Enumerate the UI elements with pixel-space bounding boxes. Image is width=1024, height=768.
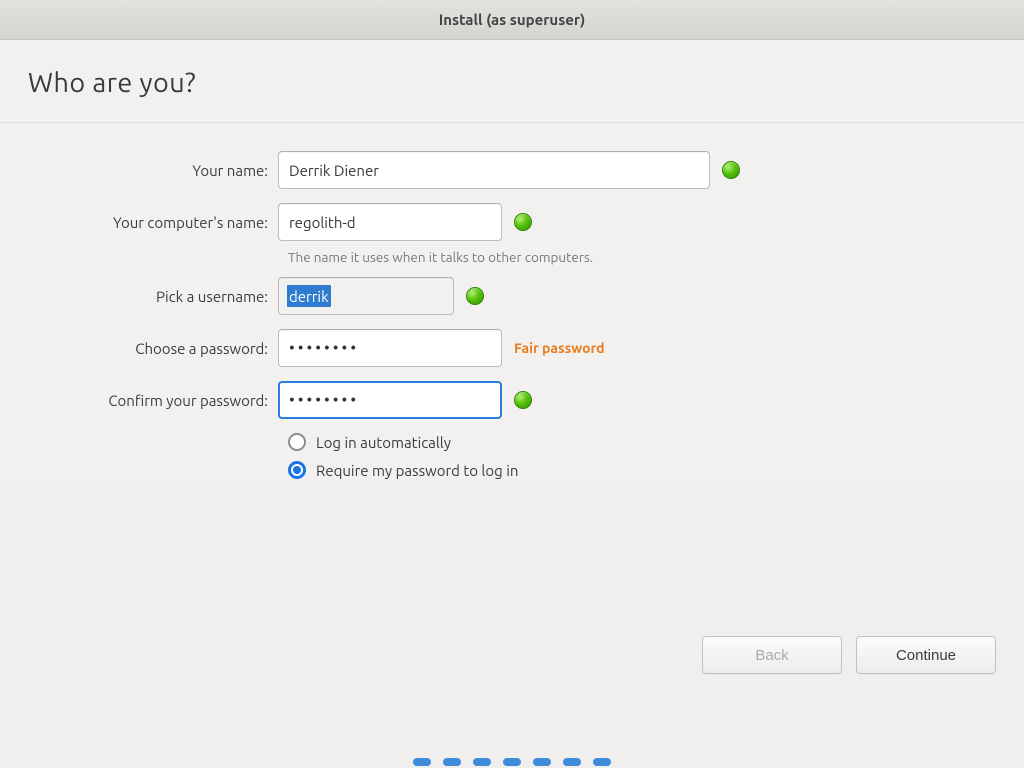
option-require-password-label: Require my password to log in: [316, 462, 518, 479]
name-input[interactable]: [278, 151, 710, 189]
label-computer-name: Your computer's name:: [0, 214, 278, 231]
progress-dot: [503, 758, 521, 766]
progress-dot: [593, 758, 611, 766]
computer-name-hint: The name it uses when it talks to other …: [288, 249, 1024, 265]
button-bar: Back Continue: [702, 636, 996, 674]
window-titlebar: Install (as superuser): [0, 0, 1024, 40]
row-password: Choose a password: Fair password: [0, 329, 1024, 367]
radio-icon[interactable]: [288, 433, 306, 451]
progress-dots: [413, 758, 611, 766]
check-icon: [514, 391, 532, 409]
username-input[interactable]: [278, 277, 454, 315]
row-name: Your name:: [0, 151, 1024, 189]
progress-dot: [443, 758, 461, 766]
user-form: Your name: Your computer's name: The nam…: [0, 123, 1024, 479]
confirm-password-input[interactable]: [278, 381, 502, 419]
back-button[interactable]: Back: [702, 636, 842, 674]
progress-dot: [533, 758, 551, 766]
radio-icon[interactable]: [288, 461, 306, 479]
check-icon: [722, 161, 740, 179]
password-strength: Fair password: [514, 340, 605, 356]
option-login-auto[interactable]: Log in automatically: [288, 433, 1024, 451]
row-computer: Your computer's name:: [0, 203, 1024, 241]
option-login-auto-label: Log in automatically: [316, 434, 451, 451]
page-title: Who are you?: [0, 40, 1024, 123]
progress-dot: [473, 758, 491, 766]
password-input[interactable]: [278, 329, 502, 367]
progress-dot: [413, 758, 431, 766]
label-username: Pick a username:: [0, 288, 278, 305]
window-title: Install (as superuser): [439, 11, 586, 28]
label-password: Choose a password:: [0, 340, 278, 357]
row-username: Pick a username:: [0, 277, 1024, 315]
label-confirm-password: Confirm your password:: [0, 392, 278, 409]
check-icon: [514, 213, 532, 231]
option-require-password[interactable]: Require my password to log in: [288, 461, 1024, 479]
check-icon: [466, 287, 484, 305]
login-options: Log in automatically Require my password…: [288, 433, 1024, 479]
label-your-name: Your name:: [0, 162, 278, 179]
content-area: Who are you? Your name: Your computer's …: [0, 40, 1024, 479]
computer-name-input[interactable]: [278, 203, 502, 241]
progress-dot: [563, 758, 581, 766]
continue-button[interactable]: Continue: [856, 636, 996, 674]
row-confirm: Confirm your password:: [0, 381, 1024, 419]
